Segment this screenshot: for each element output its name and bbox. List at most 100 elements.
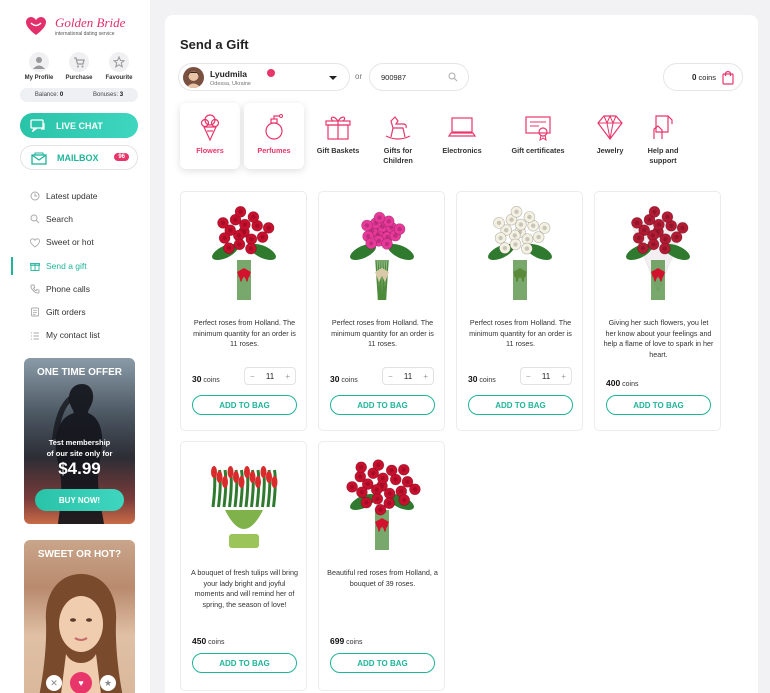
category-gifts-for-children[interactable]: Gifts for Children — [372, 103, 424, 169]
category-label: Help and support — [647, 146, 679, 165]
category-label: Electronics — [442, 146, 482, 155]
one-time-offer-banner[interactable]: ONE TIME OFFER Test membership of our sit… — [24, 358, 135, 524]
clock-icon — [30, 191, 40, 201]
category-help-and-support[interactable]: Help and support — [638, 103, 688, 169]
purchase-link[interactable]: Purchase — [60, 52, 98, 81]
brand-tagline: international dating service — [55, 31, 115, 37]
product-price-unit: coins — [479, 377, 496, 384]
product-price: 30 coins — [192, 374, 220, 384]
product-price: 450 coins — [192, 636, 224, 646]
balance-bar: Balance: 0 Bonuses: 3 — [20, 88, 138, 102]
sweet-or-hot-banner[interactable]: SWEET OR HOT? ✕ ♥ ★ — [24, 540, 135, 693]
add-to-bag-button[interactable]: ADD TO BAG — [606, 395, 711, 415]
category-jewelry[interactable]: Jewelry — [582, 103, 638, 169]
page-title: Send a Gift — [180, 37, 249, 52]
cart-icon — [69, 52, 89, 72]
balance: Balance: 0 — [35, 92, 63, 98]
product-price-unit: coins — [208, 639, 225, 646]
envelope-icon — [31, 152, 47, 165]
add-to-bag-button[interactable]: ADD TO BAG — [192, 653, 297, 673]
product-price-value: 400 — [606, 378, 621, 388]
decrease-button[interactable]: − — [526, 372, 531, 381]
product-price-value: 699 — [330, 636, 345, 646]
decrease-button[interactable]: − — [250, 372, 255, 381]
mailbox-button[interactable]: MAILBOX 96 — [20, 145, 138, 170]
star-icon — [109, 52, 129, 72]
like-button[interactable]: ♥ — [70, 672, 92, 693]
live-chat-label: LIVE CHAT — [56, 120, 103, 131]
id-search-input[interactable] — [381, 70, 451, 85]
flowers-icon — [200, 114, 220, 142]
add-to-bag-button[interactable]: ADD TO BAG — [330, 653, 435, 673]
balance-label: Balance: — [34, 92, 59, 98]
coins-cart[interactable]: 0 coins — [663, 63, 743, 91]
increase-button[interactable]: + — [423, 372, 428, 381]
product-card-6: Beautiful red roses from Holland, a bouq… — [318, 441, 445, 691]
chevron-down-icon — [329, 76, 337, 80]
live-chat-button[interactable]: LIVE CHAT — [20, 113, 138, 138]
sidebar-item-gift-orders[interactable]: Gift orders — [0, 300, 150, 323]
quantity-value: 11 — [265, 371, 275, 381]
product-description: Giving her such flowers, you let her kno… — [603, 318, 714, 359]
sidebar: Golden Bride international dating servic… — [0, 0, 150, 693]
my-profile-link[interactable]: My Profile — [20, 52, 58, 81]
heart-icon: ♥ — [78, 678, 84, 688]
rocking-horse-icon — [385, 116, 411, 140]
quantity-stepper[interactable]: − 11 + — [520, 367, 572, 385]
coins-value: 0 — [692, 73, 697, 82]
product-price-unit: coins — [622, 381, 639, 388]
sidebar-item-phone-calls[interactable]: Phone calls — [0, 277, 150, 300]
bonuses-value: 3 — [119, 92, 124, 98]
quick-links: My Profile Purchase Favourite — [20, 52, 138, 81]
decrease-button[interactable]: − — [388, 372, 393, 381]
favourite-link[interactable]: Favourite — [100, 52, 138, 81]
heart-icon — [30, 237, 40, 248]
quantity-value: 11 — [541, 371, 551, 381]
category-gift-baskets[interactable]: Gift Baskets — [308, 103, 368, 169]
add-to-bag-button[interactable]: ADD TO BAG — [468, 395, 573, 415]
user-select-dropdown[interactable]: Lyudmila Odessa, Ukraine — [178, 63, 350, 91]
sweet-or-hot-actions: ✕ ♥ ★ — [46, 672, 116, 693]
add-to-bag-button[interactable]: ADD TO BAG — [330, 395, 435, 415]
balance-value: 0 — [59, 92, 64, 98]
category-perfumes[interactable]: Perfumes — [244, 103, 304, 169]
product-price-value: 30 — [330, 374, 340, 384]
sidebar-item-search[interactable]: Search — [0, 207, 150, 230]
favourite-button[interactable]: ★ — [100, 675, 116, 691]
purchase-label: Purchase — [65, 75, 93, 81]
add-to-bag-button[interactable]: ADD TO BAG — [192, 395, 297, 415]
or-separator: or — [355, 72, 363, 81]
offer-text: Test membership of our site only for — [24, 437, 135, 459]
chat-icon — [30, 119, 45, 132]
product-price: 400 coins — [606, 378, 638, 388]
sidebar-item-my-contact-list[interactable]: My contact list — [0, 324, 150, 347]
close-icon: ✕ — [50, 677, 58, 688]
certificate-icon — [525, 116, 551, 142]
quantity-stepper[interactable]: − 11 + — [382, 367, 434, 385]
sidebar-item-sweet-or-hot[interactable]: Sweet or hot — [0, 231, 150, 254]
heart-logo-icon — [26, 17, 46, 35]
increase-button[interactable]: + — [561, 372, 566, 381]
bonuses-label: Bonuses: — [93, 92, 119, 98]
skip-button[interactable]: ✕ — [46, 675, 62, 691]
bonuses: Bonuses: 3 — [93, 92, 123, 98]
product-description: A bouquet of fresh tulips will bring you… — [190, 568, 299, 609]
quantity-stepper[interactable]: − 11 + — [244, 367, 296, 385]
user-location: Odessa, Ukraine — [210, 81, 251, 87]
sidebar-item-latest-update[interactable]: Latest update — [0, 184, 150, 207]
sidebar-item-send-a-gift[interactable]: Send a gift — [0, 254, 150, 277]
product-price: 699 coins — [330, 636, 362, 646]
buy-now-button[interactable]: BUY NOW! — [35, 489, 124, 511]
category-electronics[interactable]: Electronics — [428, 103, 496, 169]
logo[interactable]: Golden Bride international dating servic… — [24, 14, 134, 40]
category-gift-certificates[interactable]: Gift certificates — [496, 103, 580, 169]
sidebar-item-label: Phone calls — [46, 283, 90, 294]
diamond-icon — [597, 114, 623, 140]
gift-icon — [30, 262, 40, 271]
wrapped-bouquet-image — [626, 206, 690, 300]
category-flowers[interactable]: Flowers — [180, 103, 240, 169]
search-icon[interactable] — [448, 72, 458, 82]
increase-button[interactable]: + — [285, 372, 290, 381]
sidebar-item-label: Search — [46, 213, 73, 224]
red-roses-39-bouquet-image — [346, 459, 421, 550]
